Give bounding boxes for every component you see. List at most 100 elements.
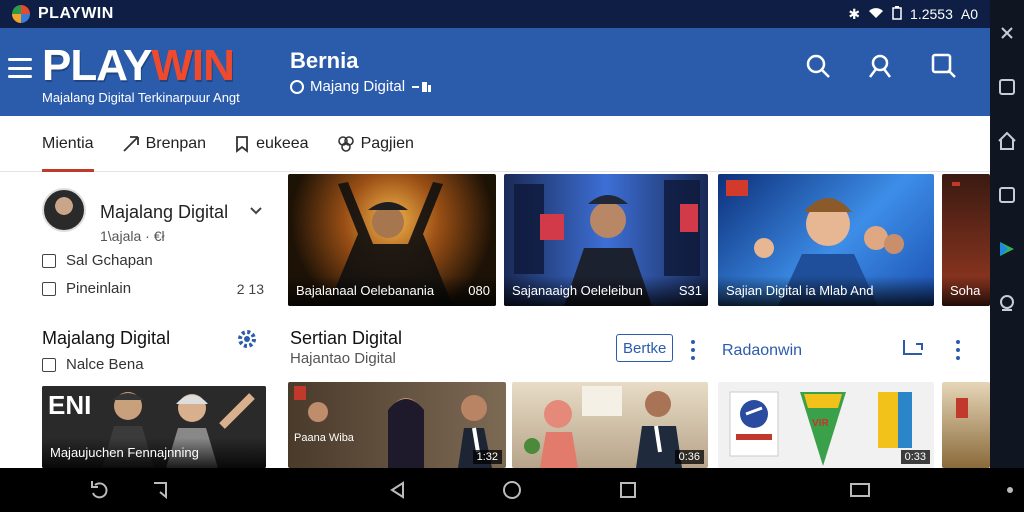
tab-brenpan[interactable]: Brenpan	[122, 116, 207, 172]
profile-dropdown-button[interactable]	[248, 202, 264, 218]
video-caption: Soha	[942, 276, 990, 306]
video-title: Bajalanaal Oelebanania	[296, 283, 435, 298]
video-card[interactable]: Sajanaaigh Oeleleibun S31	[504, 174, 708, 306]
video-duration: 0:36	[674, 450, 704, 464]
search-button[interactable]	[804, 52, 832, 80]
page-icon	[42, 253, 56, 268]
search-alt-button[interactable]	[930, 52, 958, 80]
section-row-label: Nalce Bena	[66, 356, 144, 373]
rail-app-button[interactable]	[990, 222, 1024, 276]
video-duration: 1:32	[472, 450, 502, 464]
gear-icon	[238, 330, 256, 348]
profile-row-label: Pineinlain	[66, 280, 132, 297]
battery-icon	[892, 5, 902, 23]
menu-button[interactable]	[8, 58, 32, 78]
screenshot-button[interactable]	[148, 478, 172, 502]
video-title: Majaujuchen Fennajnning	[50, 445, 199, 460]
square-icon	[999, 79, 1015, 95]
section-row[interactable]: Nalce Bena	[42, 356, 144, 373]
home-button[interactable]	[500, 478, 524, 502]
kebab-dot	[956, 340, 960, 344]
nav-dot-button[interactable]	[998, 478, 1022, 502]
rail-recents-button[interactable]	[990, 60, 1024, 114]
tab-mientia[interactable]: Mientia	[42, 116, 94, 172]
profile-row-label: Sal Gchapan	[66, 252, 153, 269]
back-triangle-icon	[390, 481, 404, 499]
video-card[interactable]	[942, 382, 990, 468]
video-badge	[952, 182, 960, 186]
video-card[interactable]: 0:36	[512, 382, 708, 468]
window-button[interactable]	[848, 478, 872, 502]
avatar[interactable]	[42, 188, 86, 232]
video-card[interactable]: Paana Wiba 1:32	[288, 382, 506, 468]
recents-button[interactable]	[616, 478, 640, 502]
tab-label: eukeea	[256, 134, 309, 152]
app-logo[interactable]: PLAYWIN	[42, 41, 235, 90]
video-duration: S31	[678, 283, 702, 298]
recents-square-icon	[620, 482, 636, 498]
account-button[interactable]	[866, 52, 894, 80]
tab-eukeea[interactable]: eukeea	[234, 116, 309, 172]
app-header: PLAYWIN Majalang Digital Terkinarpuur An…	[0, 28, 990, 116]
signal-icon	[412, 81, 432, 92]
video-card[interactable]: VIR 0:33	[718, 382, 934, 468]
more-options-button[interactable]	[955, 340, 961, 360]
home-circle-icon	[503, 481, 521, 499]
rail-assistant-button[interactable]	[990, 276, 1024, 330]
more-options-button[interactable]	[690, 340, 696, 360]
logo-play-text: PLAY	[42, 41, 152, 90]
kebab-dot	[691, 356, 695, 360]
bluetooth-icon: ✱	[848, 5, 861, 22]
video-overlay-text: ENI	[48, 390, 92, 420]
profile-row[interactable]: Pineinlain 2 13	[42, 280, 264, 297]
dot-icon	[1007, 487, 1013, 493]
checkbox-icon	[42, 281, 56, 296]
content-area: Majalang Digital 1\ajala · €ł Sal Gchapa…	[0, 172, 990, 468]
video-thumbnail-image	[956, 398, 968, 418]
video-overlay-text: VIR	[812, 418, 829, 429]
video-overlay-text: Paana Wiba	[294, 432, 354, 444]
home-icon	[998, 131, 1016, 150]
undo-button[interactable]	[88, 478, 112, 502]
profile-row[interactable]: Sal Gchapan	[42, 252, 264, 269]
status-time: 1.2553	[910, 6, 953, 22]
search-icon	[806, 54, 830, 78]
video-caption: Sajanaaigh Oeleleibun S31	[504, 276, 708, 306]
tab-bar: Mientia Brenpan eukeea Pagjien	[0, 116, 990, 172]
video-caption: Bajalanaal Oelebanania 080	[288, 276, 496, 306]
account-icon	[869, 54, 891, 78]
back-button[interactable]	[386, 478, 410, 502]
video-card[interactable]: Bajalanaal Oelebanania 080	[288, 174, 496, 306]
video-card[interactable]: Sajian Digital ia Mlab And	[718, 174, 934, 306]
status-bar: PLAYWIN ✱ 1.2553 A0	[0, 0, 990, 28]
location-icon	[290, 79, 304, 94]
menu-icon-bar	[8, 58, 32, 61]
wifi-icon	[868, 6, 884, 22]
app-screen: PLAYWIN ✱ 1.2553 A0 PLAYWIN Majalang Dig…	[0, 0, 1024, 512]
profile-row-count: 2 13	[236, 280, 264, 297]
section-action-button[interactable]: Bertke	[616, 334, 674, 362]
video-card[interactable]: Soha	[942, 174, 990, 306]
flower-icon	[337, 135, 354, 152]
channel-title: Bernia	[290, 48, 359, 73]
kebab-dot	[691, 340, 695, 344]
rail-overview-button[interactable]	[990, 168, 1024, 222]
system-navigation-bar	[0, 468, 1024, 512]
rail-close-button[interactable]	[990, 6, 1024, 60]
profile-meta: 1\ajala · €ł	[100, 228, 165, 244]
video-duration: 080	[468, 283, 490, 298]
settings-button[interactable]	[236, 328, 258, 350]
kebab-dot	[691, 348, 695, 352]
video-card[interactable]: ENI Majaujuchen Fennajnning	[42, 386, 266, 468]
tab-label: Brenpan	[145, 134, 207, 152]
bookmark-icon	[236, 135, 248, 153]
rail-home-button[interactable]	[990, 114, 1024, 168]
menu-icon-bar	[8, 66, 32, 70]
logo-tagline: Majalang Digital Terkinarpuur Angt	[42, 90, 240, 105]
profile-name: Majalang Digital	[100, 202, 229, 222]
share-button[interactable]	[902, 338, 926, 358]
assistant-icon	[1000, 295, 1014, 311]
status-battery-text: A0	[960, 6, 978, 22]
section-subtitle: Hajantao Digital	[290, 350, 396, 367]
tab-pagjien[interactable]: Pagjien	[337, 116, 414, 172]
